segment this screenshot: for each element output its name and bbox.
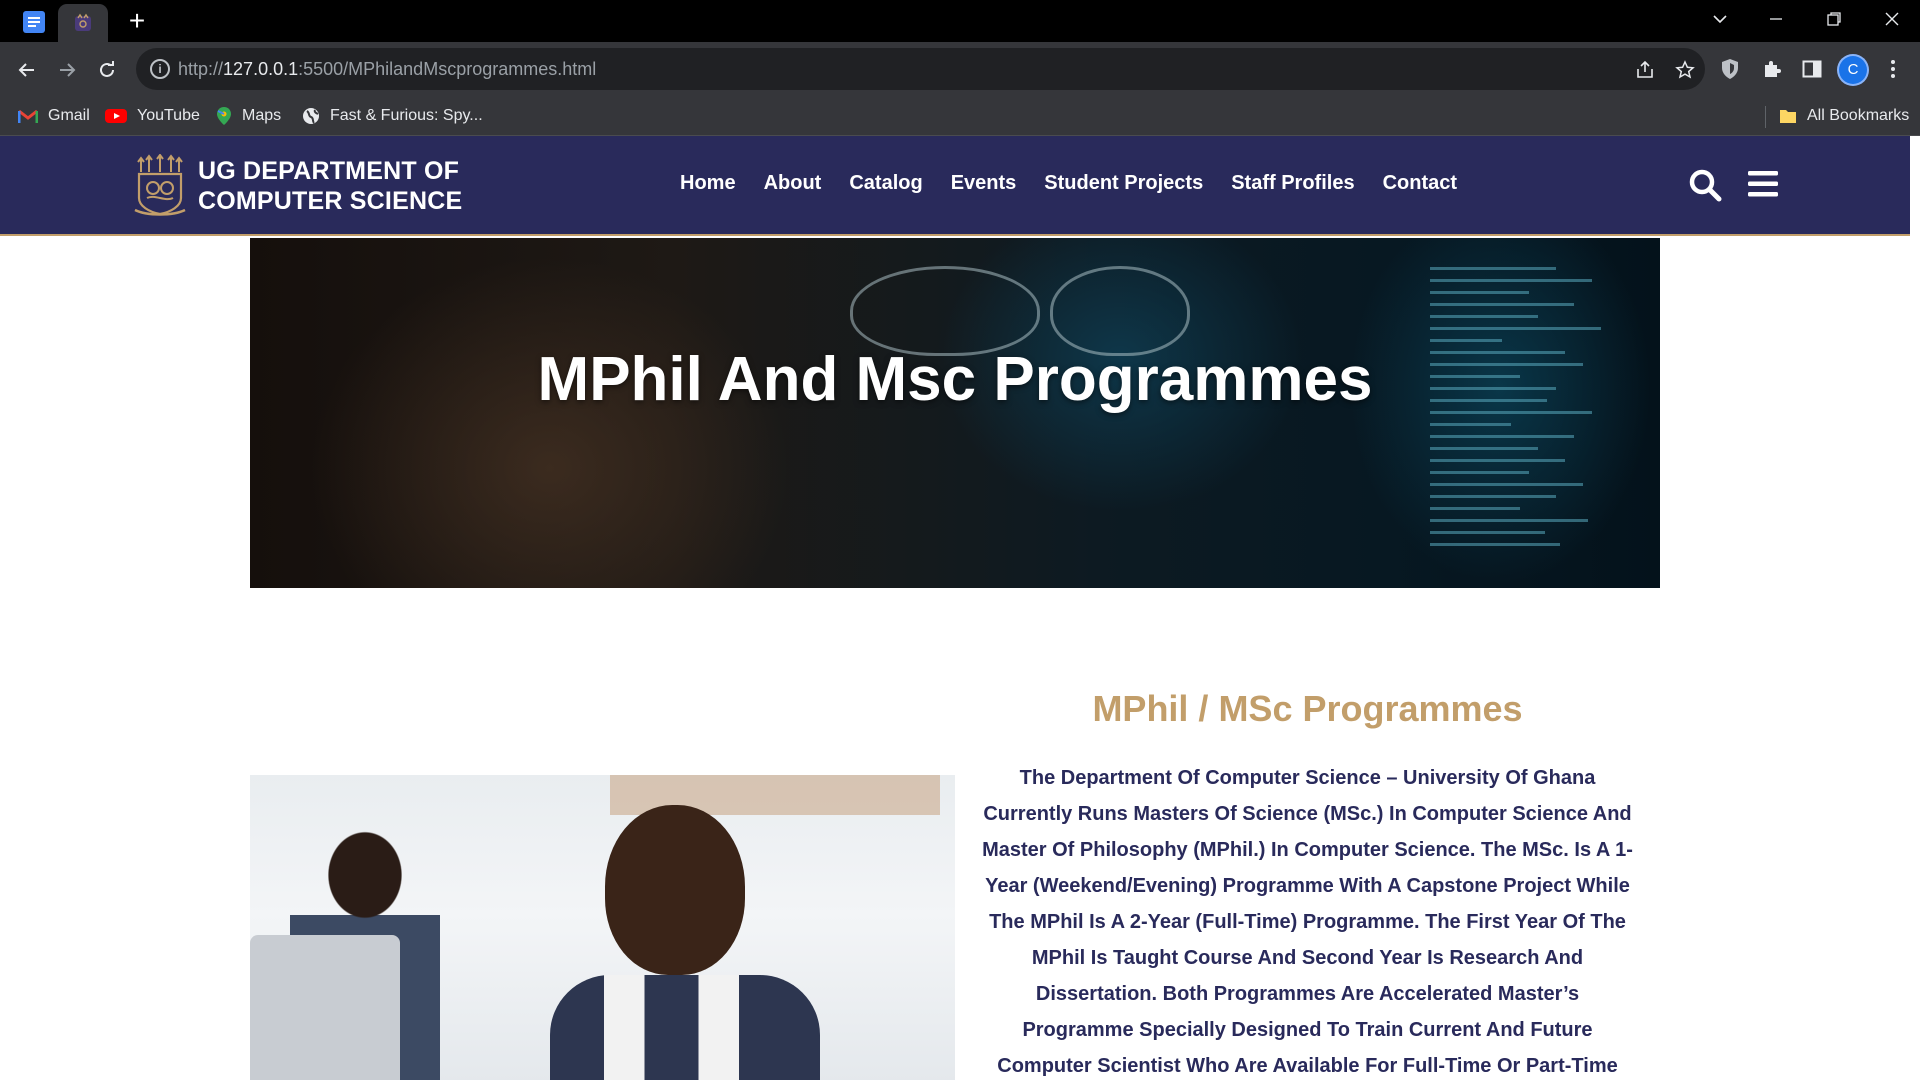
nav-home[interactable]: Home <box>680 172 736 195</box>
minimize-button[interactable] <box>1748 0 1804 38</box>
globe-icon <box>303 108 319 124</box>
tab-current-page[interactable] <box>58 4 108 42</box>
hero-image-glasses <box>850 266 1040 356</box>
bookmark-label: Fast & Furious: Spy... <box>330 107 483 124</box>
address-bar[interactable]: i http://127.0.0.1:5500/MPhilandMscprogr… <box>136 48 1705 90</box>
nav-student-projects[interactable]: Student Projects <box>1044 172 1203 195</box>
extensions-button[interactable] <box>1758 55 1786 83</box>
bookmarks-bar: Gmail YouTube Maps Fast & Furious: Spy..… <box>0 96 1920 136</box>
section-description: The Department Of Computer Science – Uni… <box>982 767 1633 1077</box>
restore-icon <box>1827 12 1841 26</box>
bookmark-label: Gmail <box>48 107 90 124</box>
all-bookmarks-button[interactable]: All Bookmarks <box>1779 104 1909 128</box>
kebab-menu-icon <box>1891 60 1895 78</box>
folder-icon <box>1780 110 1796 123</box>
hero-banner: MPhil And Msc Programmes <box>250 238 1660 588</box>
all-bookmarks-label: All Bookmarks <box>1807 107 1910 124</box>
side-panel-icon <box>1802 60 1822 78</box>
bookmarks-divider <box>1765 106 1766 128</box>
bookmark-youtube[interactable]: YouTube <box>105 104 200 128</box>
close-window-button[interactable] <box>1864 0 1920 38</box>
url-host: 127.0.0.1 <box>223 59 299 79</box>
main-nav: Home About Catalog Events Student Projec… <box>680 172 1457 195</box>
students-photo <box>250 775 955 1080</box>
brand-line-2: COMPUTER SCIENCE <box>198 187 463 215</box>
shield-extension-button[interactable] <box>1716 55 1744 83</box>
bookmark-maps[interactable]: Maps <box>216 104 281 128</box>
hero-image-code-screen <box>1430 258 1610 578</box>
url-prefix: http:// <box>178 59 224 79</box>
tab-google-docs[interactable] <box>14 7 54 37</box>
arrow-right-icon <box>60 63 76 77</box>
ug-crest-logo[interactable] <box>133 154 187 218</box>
chevron-down-icon <box>1713 15 1727 24</box>
side-panel-button[interactable] <box>1798 55 1826 83</box>
puzzle-icon <box>1765 61 1781 77</box>
bookmark-star-button[interactable] <box>1673 58 1697 82</box>
browser-menu-button[interactable] <box>1879 55 1907 83</box>
reload-button[interactable] <box>89 52 125 88</box>
shield-icon <box>1722 59 1738 79</box>
reload-icon <box>100 61 114 77</box>
arrow-left-icon <box>18 63 34 77</box>
youtube-icon <box>105 109 127 123</box>
profile-avatar[interactable]: C <box>1839 56 1867 84</box>
new-tab-button[interactable]: + <box>122 6 152 36</box>
url-text[interactable]: http://127.0.0.1:5500/MPhilandMscprogram… <box>178 59 596 80</box>
nav-about[interactable]: About <box>764 172 822 195</box>
nav-catalog[interactable]: Catalog <box>849 172 922 195</box>
photo-student-smiling <box>550 805 820 1080</box>
hero-title: MPhil And Msc Programmes <box>537 345 1373 414</box>
forward-button[interactable] <box>49 52 85 88</box>
nav-staff-profiles[interactable]: Staff Profiles <box>1231 172 1354 195</box>
star-icon <box>1675 60 1695 79</box>
gmail-icon <box>18 109 38 123</box>
photo-laptop <box>250 935 400 1080</box>
hamburger-menu-icon[interactable] <box>1748 170 1778 198</box>
nav-contact[interactable]: Contact <box>1383 172 1457 195</box>
url-path: :5500/MPhilandMscprogrammes.html <box>298 59 597 79</box>
site-info-icon[interactable]: i <box>150 59 170 79</box>
browser-toolbar: i http://127.0.0.1:5500/MPhilandMscprogr… <box>0 42 1920 96</box>
google-docs-icon <box>23 11 45 33</box>
bookmark-fast-furious[interactable]: Fast & Furious: Spy... <box>302 104 483 128</box>
bookmark-label: YouTube <box>137 107 200 124</box>
restore-button[interactable] <box>1806 0 1862 38</box>
bookmark-gmail[interactable]: Gmail <box>18 104 90 128</box>
close-icon <box>1885 12 1899 26</box>
share-icon <box>1637 60 1653 78</box>
bookmark-label: Maps <box>242 107 282 124</box>
browser-tab-bar: + <box>0 0 1920 42</box>
maps-icon <box>217 107 231 125</box>
site-brand[interactable]: UG DEPARTMENT OF COMPUTER SCIENCE <box>198 156 462 216</box>
web-page: UG DEPARTMENT OF COMPUTER SCIENCE Home A… <box>0 136 1920 1080</box>
section-title: MPhil / MSc Programmes <box>1092 688 1523 729</box>
minimize-icon <box>1770 18 1782 20</box>
nav-events[interactable]: Events <box>951 172 1017 195</box>
hero-image-glasses <box>1050 266 1190 356</box>
back-button[interactable] <box>9 52 45 88</box>
ug-crest-favicon <box>75 13 91 31</box>
site-navbar: UG DEPARTMENT OF COMPUTER SCIENCE Home A… <box>0 136 1910 236</box>
share-button[interactable] <box>1633 58 1657 82</box>
brand-line-1: UG DEPARTMENT OF <box>198 157 460 185</box>
tab-search-button[interactable] <box>1692 0 1748 38</box>
search-icon[interactable] <box>1688 168 1722 202</box>
